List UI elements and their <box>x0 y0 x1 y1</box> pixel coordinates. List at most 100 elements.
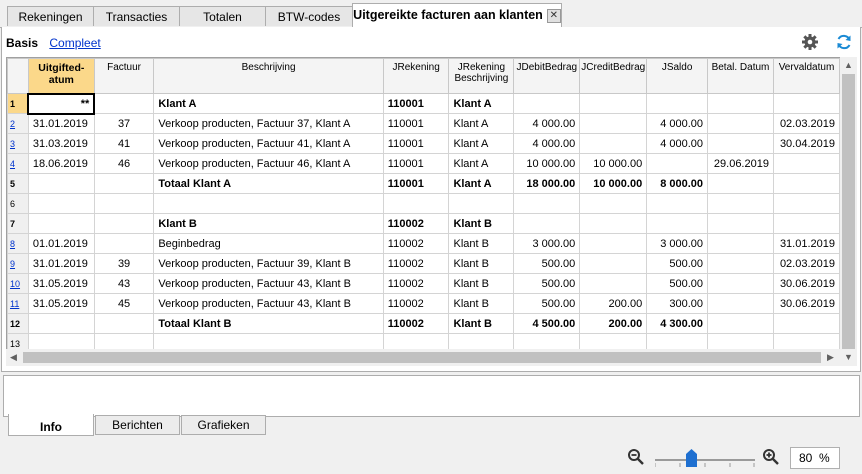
cell-jrekening[interactable]: 110002 <box>382 273 450 294</box>
cell-betal-datum[interactable] <box>707 273 774 294</box>
cell-beschrijving[interactable]: Klant B <box>153 213 384 234</box>
cell-saldo[interactable]: 4 000.00 <box>646 113 709 134</box>
cell-beschrijving[interactable]: Totaal Klant A <box>153 173 384 194</box>
cell-jrekening-beschrijving[interactable]: Klant B <box>448 293 515 314</box>
cell-date-selected[interactable]: ** <box>27 92 96 115</box>
cell-jrekening-beschrijving[interactable]: Klant B <box>448 213 515 234</box>
scroll-right-arrow-icon[interactable]: ▶ <box>827 352 834 363</box>
cell-betal-datum[interactable]: 29.06.2019 <box>707 153 774 174</box>
cell-credit[interactable] <box>579 193 648 214</box>
cell-jrekening-beschrijving[interactable] <box>448 193 515 214</box>
scroll-down-arrow-icon[interactable]: ▼ <box>844 352 853 362</box>
cell-saldo[interactable] <box>646 193 709 214</box>
cell-betal-datum[interactable] <box>707 193 774 214</box>
cell-beschrijving[interactable]: Verkoop producten, Factuur 43, Klant B <box>153 273 384 294</box>
cell-beschrijving[interactable]: Klant A <box>153 93 384 114</box>
tab-transacties[interactable]: Transacties <box>93 6 180 26</box>
cell-credit[interactable]: 10 000.00 <box>579 173 648 194</box>
cell-vervaldatum[interactable] <box>772 193 840 214</box>
cell-saldo[interactable] <box>646 93 709 114</box>
cell-jrekening[interactable]: 110002 <box>382 313 450 334</box>
cell-factuur[interactable] <box>93 313 155 334</box>
cell-factuur[interactable] <box>93 233 155 254</box>
cell-jrekening[interactable]: 110001 <box>382 113 450 134</box>
row-number[interactable]: 4 <box>7 153 29 174</box>
scroll-up-arrow-icon[interactable]: ▲ <box>844 60 853 70</box>
cell-vervaldatum[interactable]: 02.03.2019 <box>772 113 840 134</box>
cell-betal-datum[interactable] <box>707 233 774 254</box>
cell-date[interactable] <box>27 213 95 234</box>
row-number[interactable]: 10 <box>7 273 29 294</box>
cell-credit[interactable] <box>579 93 648 114</box>
cell-factuur[interactable] <box>93 93 155 114</box>
cell-debit[interactable]: 500.00 <box>513 273 581 294</box>
table-row[interactable]: 8 01.01.2019 Beginbedrag 110002 Klant B … <box>7 233 840 254</box>
cell-debit[interactable]: 10 000.00 <box>513 153 581 174</box>
tab-grafieken[interactable]: Grafieken <box>181 415 266 435</box>
cell-credit[interactable]: 10 000.00 <box>579 153 648 174</box>
cell-debit[interactable] <box>513 193 581 214</box>
cell-jrekening[interactable]: 110001 <box>382 93 450 114</box>
zoom-slider-track[interactable] <box>655 459 755 461</box>
cell-credit[interactable] <box>579 213 648 234</box>
cell-debit[interactable]: 3 000.00 <box>513 233 581 254</box>
cell-vervaldatum[interactable] <box>772 93 840 114</box>
cell-jrekening[interactable]: 110001 <box>382 153 450 174</box>
cell-jrekening-beschrijving[interactable]: Klant B <box>448 313 515 334</box>
row-number[interactable]: 2 <box>7 113 29 134</box>
cell-betal-datum[interactable] <box>707 213 774 234</box>
cell-jrekening[interactable]: 110002 <box>382 213 450 234</box>
cell-jrekening[interactable]: 110001 <box>382 133 450 154</box>
cell-date[interactable] <box>27 173 95 194</box>
cell-betal-datum[interactable] <box>707 173 774 194</box>
cell-factuur[interactable] <box>93 193 155 214</box>
cell-betal-datum[interactable] <box>707 113 774 134</box>
cell-jrekening[interactable]: 110002 <box>382 253 450 274</box>
cell-betal-datum[interactable] <box>707 313 774 334</box>
cell-date[interactable]: 31.01.2019 <box>27 113 95 134</box>
cell-vervaldatum[interactable] <box>772 213 840 234</box>
cell-credit[interactable]: 200.00 <box>579 293 648 314</box>
column-header-uitgiftedatum[interactable]: Uitgifted-atum <box>27 58 95 94</box>
cell-date[interactable]: 31.03.2019 <box>27 133 95 154</box>
column-header-vervaldatum[interactable]: Vervaldatum <box>772 58 840 94</box>
cell-date[interactable] <box>27 313 95 334</box>
cell-jrekening-beschrijving[interactable]: Klant A <box>448 113 515 134</box>
cell-jrekening-beschrijving[interactable]: Klant B <box>448 273 515 294</box>
tab-uitgereikte-facturen[interactable]: Uitgereikte facturen aan klanten ✕ <box>352 3 562 28</box>
cell-vervaldatum[interactable]: 30.04.2019 <box>772 133 840 154</box>
cell-date[interactable]: 31.05.2019 <box>27 273 95 294</box>
horizontal-scrollbar[interactable]: ◀ ▶ <box>6 349 840 366</box>
zoom-in-icon[interactable] <box>762 448 780 466</box>
table-row[interactable]: 12 Totaal Klant B 110002 Klant B 4 500.0… <box>7 313 840 334</box>
cell-jrekening-beschrijving[interactable]: Klant A <box>448 133 515 154</box>
column-header-beschrijving[interactable]: Beschrijving <box>153 58 384 94</box>
tab-rekeningen[interactable]: Rekeningen <box>7 6 94 26</box>
cell-factuur[interactable]: 45 <box>93 293 155 314</box>
cell-jrekening[interactable]: 110002 <box>382 293 450 314</box>
cell-date[interactable]: 18.06.2019 <box>27 153 95 174</box>
cell-beschrijving[interactable]: Verkoop producten, Factuur 39, Klant B <box>153 253 384 274</box>
table-row[interactable]: 1 ** Klant A 110001 Klant A <box>7 92 840 115</box>
cell-saldo[interactable]: 4 000.00 <box>646 133 709 154</box>
table-row[interactable]: 2 31.01.2019 37 Verkoop producten, Factu… <box>7 113 840 134</box>
horizontal-scroll-thumb[interactable] <box>23 352 821 363</box>
cell-debit[interactable]: 4 000.00 <box>513 113 581 134</box>
table-row[interactable]: 10 31.05.2019 43 Verkoop producten, Fact… <box>7 273 840 294</box>
row-number[interactable]: 9 <box>7 253 29 274</box>
row-number[interactable]: 5 <box>7 173 29 194</box>
vertical-scroll-thumb[interactable] <box>842 74 855 349</box>
cell-vervaldatum[interactable]: 31.01.2019 <box>772 233 840 254</box>
cell-debit[interactable]: 500.00 <box>513 293 581 314</box>
cell-beschrijving[interactable]: Beginbedrag <box>153 233 384 254</box>
cell-beschrijving[interactable]: Verkoop producten, Factuur 41, Klant A <box>153 133 384 154</box>
cell-date[interactable] <box>27 193 95 214</box>
table-row[interactable]: 5 Totaal Klant A 110001 Klant A 18 000.0… <box>7 173 840 194</box>
zoom-percentage-field[interactable]: 80 % <box>790 447 840 469</box>
cell-date[interactable]: 31.01.2019 <box>27 253 95 274</box>
scroll-left-arrow-icon[interactable]: ◀ <box>10 352 17 363</box>
row-number[interactable]: 6 <box>7 193 29 214</box>
tab-totalen[interactable]: Totalen <box>179 6 266 26</box>
cell-jrekening-beschrijving[interactable]: Klant A <box>448 173 515 194</box>
cell-factuur[interactable]: 39 <box>93 253 155 274</box>
